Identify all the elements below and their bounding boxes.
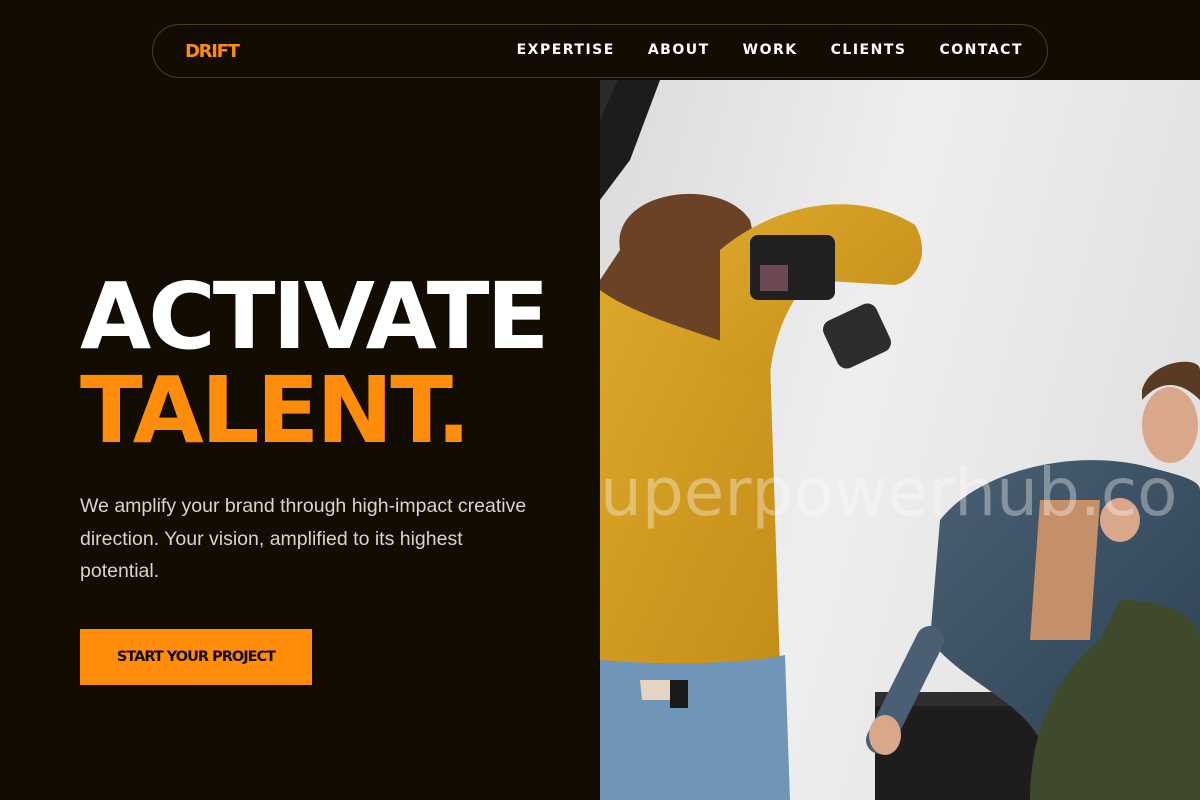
- nav-link-expertise[interactable]: EXPERTISE: [517, 42, 615, 58]
- headline-line-1: ACTIVATE: [80, 263, 549, 370]
- nav-link-contact[interactable]: CONTACT: [939, 42, 1023, 58]
- nav-link-about[interactable]: ABOUT: [648, 42, 710, 58]
- watermark-text: uperpowerhub.co: [600, 454, 1178, 531]
- nav-link-clients[interactable]: CLIENTS: [831, 42, 907, 58]
- hero-subtitle: We amplify your brand through high-impac…: [80, 495, 527, 582]
- photographer-scene-illustration: uperpowerhub.co: [600, 80, 1200, 800]
- nav-links: EXPERTISE ABOUT WORK CLIENTS CONTACT: [517, 42, 1023, 58]
- top-navigation: DRIFT EXPERTISE ABOUT WORK CLIENTS CONTA…: [152, 24, 1048, 78]
- hero-photo: uperpowerhub.co: [600, 80, 1200, 800]
- nav-link-work[interactable]: WORK: [743, 42, 798, 58]
- hero-headline: ACTIVATE TALENT.: [80, 263, 549, 464]
- headline-line-2: TALENT.: [80, 357, 471, 464]
- start-project-button[interactable]: START YOUR PROJECT: [80, 629, 312, 685]
- brand-logo[interactable]: DRIFT: [185, 41, 240, 62]
